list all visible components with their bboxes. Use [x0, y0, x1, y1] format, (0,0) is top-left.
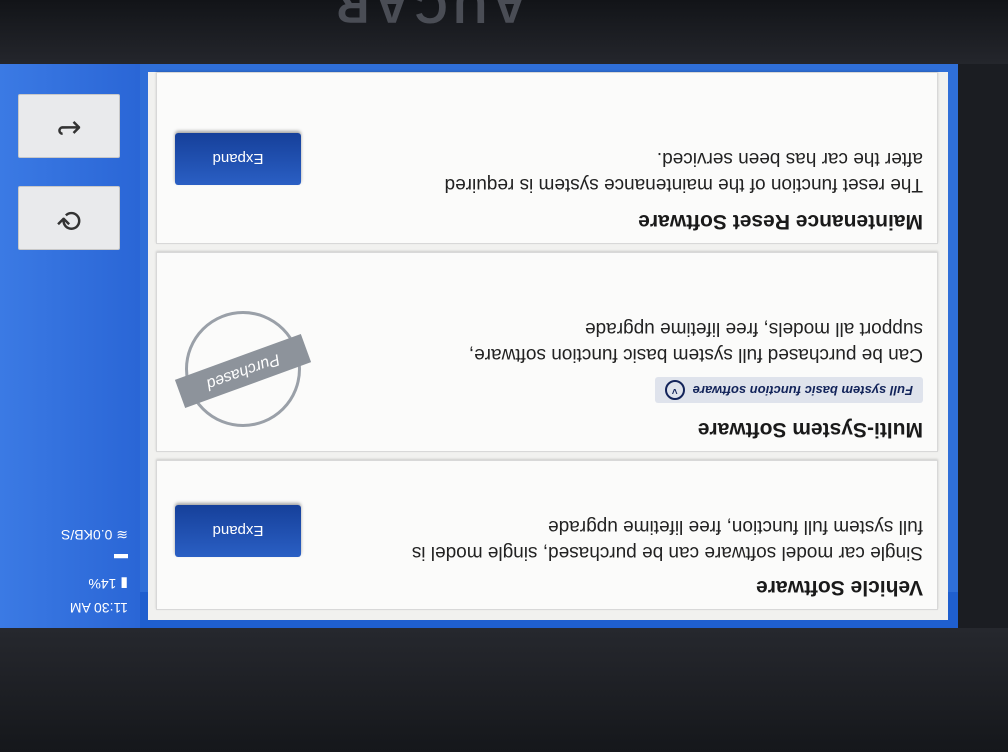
card-title: Multi-System Software — [697, 418, 923, 441]
card-description: Single car model software can be purchas… — [411, 516, 923, 563]
refresh-icon: ⟳ — [56, 203, 82, 236]
card-description: Can be purchased full system basic funct… — [468, 318, 923, 365]
battery-indicator: ▮ 14% — [88, 576, 128, 592]
software-type-label: Full system basic function software — [692, 383, 913, 398]
software-type-dropdown[interactable]: Full system basic function software ˅ — [654, 377, 923, 403]
purchased-stamp: Purchased — [174, 311, 312, 427]
expand-button[interactable]: Expand — [175, 505, 301, 557]
expand-button[interactable]: Expand — [175, 133, 301, 185]
purchased-stamp-label: Purchased — [174, 333, 312, 409]
network-indicator: ≋ 0.0KB/S — [61, 527, 128, 543]
sim-icon: ▬ — [114, 551, 128, 567]
card-maintenance-reset-software: Maintenance Reset Software The reset fun… — [156, 72, 938, 244]
network-speed: 0.0KB/S — [61, 527, 113, 543]
card-multi-system-software: Multi-System Software Full system basic … — [156, 252, 938, 452]
back-button[interactable]: ↩ — [18, 94, 120, 158]
screen: Vehicle Software Single car model softwa… — [0, 64, 958, 628]
status-panel: 11:30 AM ▮ 14% ▬ ≋ 0.0KB/S — [8, 518, 128, 616]
chevron-down-icon: ˅ — [664, 380, 685, 400]
right-sidebar: 11:30 AM ▮ 14% ▬ ≋ 0.0KB/S ⟳ ↩ — [0, 64, 140, 628]
battery-level: 14% — [88, 576, 117, 592]
software-list: Vehicle Software Single car model softwa… — [148, 72, 948, 620]
card-title: Vehicle Software — [756, 576, 923, 599]
card-vehicle-software: Vehicle Software Single car model softwa… — [156, 460, 938, 610]
device-bezel-top: AUCAR — [0, 0, 1008, 64]
card-description: The reset function of the maintenance sy… — [444, 148, 923, 195]
refresh-button[interactable]: ⟳ — [18, 186, 120, 250]
back-icon: ↩ — [56, 111, 82, 144]
brand-logo: AUCAR — [330, 0, 527, 33]
clock: 11:30 AM — [69, 600, 128, 616]
device-bezel-bottom — [0, 628, 1008, 752]
card-title: Maintenance Reset Software — [638, 210, 923, 233]
